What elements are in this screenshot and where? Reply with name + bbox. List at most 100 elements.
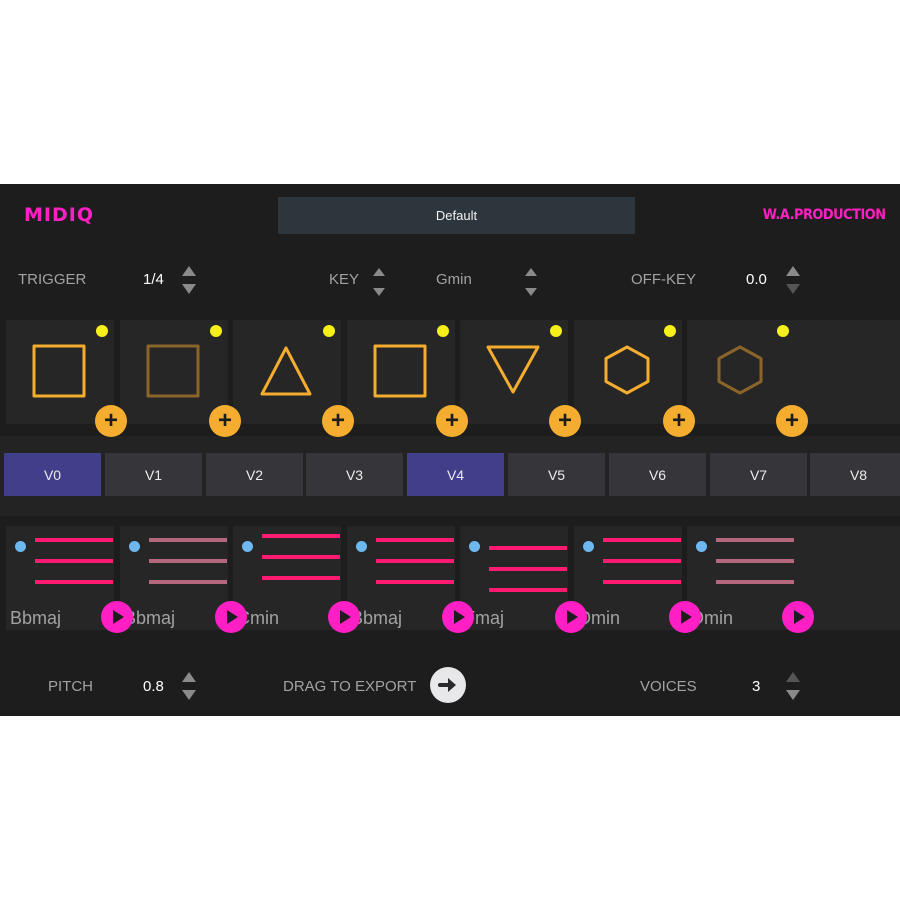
status-dot-icon — [210, 325, 222, 337]
voice-tab-v7[interactable]: V7 — [710, 453, 807, 496]
status-dot-icon — [777, 325, 789, 337]
pitch-stepper[interactable] — [180, 668, 200, 704]
play-icon[interactable] — [328, 601, 360, 633]
chord-slot[interactable]: Dmin — [687, 526, 814, 633]
voice-dot-icon — [242, 541, 253, 552]
shape-slot[interactable]: + — [120, 320, 241, 437]
note-bar — [489, 546, 567, 550]
shape-slot[interactable]: + — [233, 320, 354, 437]
voice-tab-v2[interactable]: V2 — [206, 453, 303, 496]
play-icon[interactable] — [215, 601, 247, 633]
voice-tab-strip: V0 V1 V2 V3 V4 V5 V6 V7 V8 — [0, 436, 900, 516]
status-dot-icon — [664, 325, 676, 337]
chord-slot[interactable]: Cmin — [233, 526, 360, 633]
off-key-label: OFF-KEY — [631, 271, 697, 288]
note-bar — [716, 538, 794, 542]
chord-slot[interactable]: Dmin — [574, 526, 701, 633]
preset-selector[interactable]: Default — [278, 197, 635, 234]
key-stepper[interactable] — [370, 264, 390, 300]
voice-tab-v5[interactable]: V5 — [508, 453, 605, 496]
voices-label: VOICES — [640, 678, 697, 695]
key-decrease-icon[interactable] — [373, 288, 385, 296]
note-bar — [376, 580, 454, 584]
note-bar — [716, 580, 794, 584]
note-bar — [35, 559, 113, 563]
add-icon[interactable]: + — [322, 405, 354, 437]
note-bar — [149, 538, 227, 542]
play-icon[interactable] — [101, 601, 133, 633]
voices-stepper[interactable] — [784, 668, 804, 704]
add-icon[interactable]: + — [549, 405, 581, 437]
note-bar — [262, 555, 340, 559]
add-icon[interactable]: + — [776, 405, 808, 437]
chord-slot[interactable]: Bbmaj — [347, 526, 474, 633]
pitch-decrease-icon[interactable] — [182, 690, 196, 700]
play-icon[interactable] — [442, 601, 474, 633]
add-icon[interactable]: + — [95, 405, 127, 437]
voices-decrease-icon[interactable] — [786, 690, 800, 700]
chord-slot[interactable]: Bbmaj — [6, 526, 133, 633]
off-key-stepper[interactable] — [784, 262, 804, 298]
arrow-right-icon — [438, 678, 456, 692]
shape-slot[interactable]: + — [347, 320, 468, 437]
off-key-increase-icon[interactable] — [786, 266, 800, 276]
add-icon[interactable]: + — [436, 405, 468, 437]
chord-slot[interactable]: Bbmaj — [120, 526, 247, 633]
note-bar — [149, 559, 227, 563]
voice-dot-icon — [583, 541, 594, 552]
shape-slot[interactable]: + — [574, 320, 695, 437]
key-value-stepper[interactable] — [522, 264, 542, 300]
note-bar — [603, 559, 681, 563]
voice-tab-v6[interactable]: V6 — [609, 453, 706, 496]
key-value: Gmin — [436, 271, 472, 288]
voices-increase-icon[interactable] — [786, 672, 800, 682]
note-bar — [603, 538, 681, 542]
add-icon[interactable]: + — [209, 405, 241, 437]
voice-tab-v1[interactable]: V1 — [105, 453, 202, 496]
voice-dot-icon — [356, 541, 367, 552]
shape-slot[interactable]: + — [460, 320, 581, 437]
note-bar — [262, 534, 340, 538]
play-icon[interactable] — [782, 601, 814, 633]
status-dot-icon — [550, 325, 562, 337]
key-increase-icon[interactable] — [373, 268, 385, 276]
pitch-value: 0.8 — [143, 678, 164, 695]
add-icon[interactable]: + — [663, 405, 695, 437]
voice-dot-icon — [129, 541, 140, 552]
off-key-decrease-icon[interactable] — [786, 284, 800, 294]
trigger-label: TRIGGER — [18, 271, 87, 288]
key-value-decrease-icon[interactable] — [525, 288, 537, 296]
export-button[interactable] — [430, 667, 466, 703]
play-icon[interactable] — [669, 601, 701, 633]
note-bar — [376, 559, 454, 563]
key-label: KEY — [329, 271, 360, 288]
note-bar — [489, 567, 567, 571]
status-dot-icon — [437, 325, 449, 337]
chord-slot[interactable]: Fmaj — [460, 526, 587, 633]
note-bar — [35, 580, 113, 584]
voice-tab-v3[interactable]: V3 — [306, 453, 403, 496]
note-bar — [149, 580, 227, 584]
note-bar — [262, 576, 340, 580]
play-icon[interactable] — [555, 601, 587, 633]
note-bar — [35, 538, 113, 542]
shape-slots: + + + + + + + — [6, 320, 900, 437]
note-bar — [603, 580, 681, 584]
status-dot-icon — [96, 325, 108, 337]
shape-slot[interactable]: + — [6, 320, 127, 437]
app-logo: MIDIQ — [24, 204, 94, 226]
trigger-stepper[interactable] — [180, 262, 200, 298]
voice-tab-v0[interactable]: V0 — [4, 453, 101, 496]
brand-logo: W.A.PRODUCTION — [763, 207, 886, 223]
voice-tab-v4[interactable]: V4 — [407, 453, 504, 496]
export-label: DRAG TO EXPORT — [283, 678, 417, 695]
pitch-increase-icon[interactable] — [182, 672, 196, 682]
trigger-increase-icon[interactable] — [182, 266, 196, 276]
key-value-increase-icon[interactable] — [525, 268, 537, 276]
voice-tab-v8[interactable]: V8 — [810, 453, 900, 496]
preset-name: Default — [435, 208, 478, 223]
shape-slot[interactable]: + — [687, 320, 808, 437]
trigger-decrease-icon[interactable] — [182, 284, 196, 294]
note-bar — [376, 538, 454, 542]
voices-value: 3 — [752, 678, 761, 695]
